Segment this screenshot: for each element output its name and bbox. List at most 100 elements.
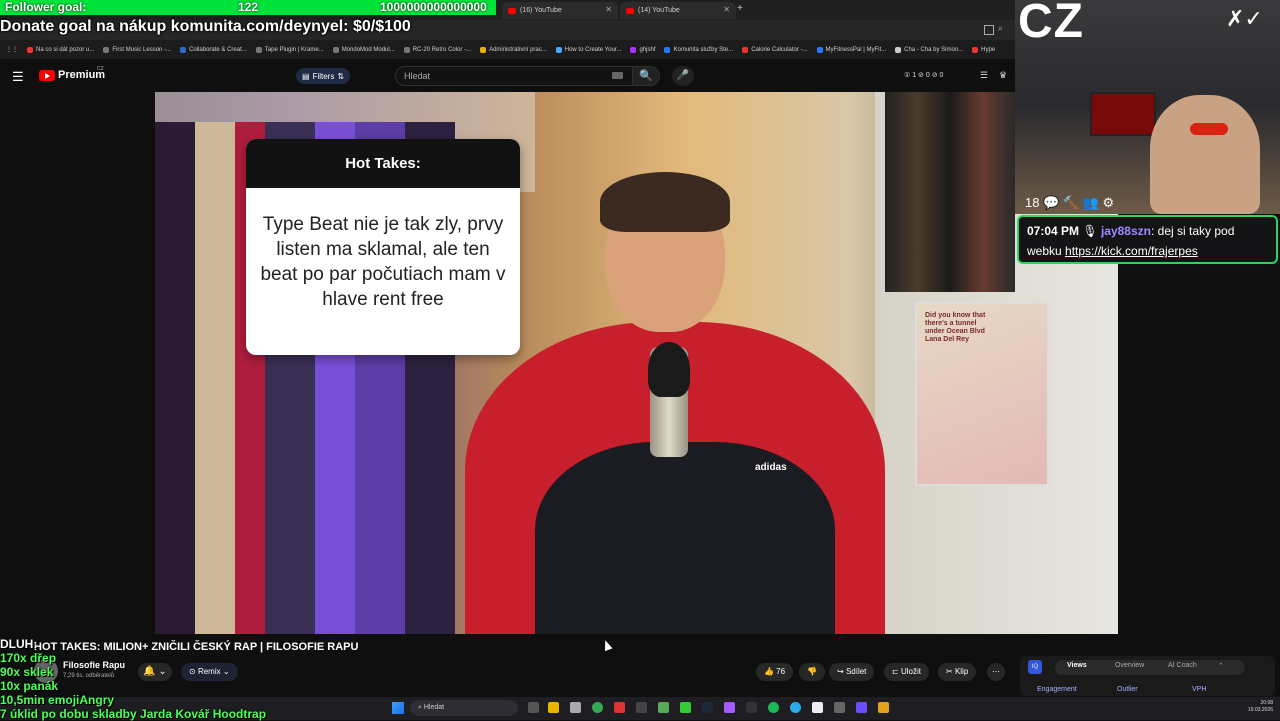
hoodie-logo: adidas	[755, 462, 787, 473]
keyboard-icon[interactable]	[612, 72, 623, 79]
like-button[interactable]: 👍 76	[756, 663, 794, 681]
cz-logo: CZ	[1018, 0, 1084, 48]
collapse-icon[interactable]: ⌃	[1218, 662, 1224, 670]
bookmark-label: Administrativní prac...	[489, 46, 547, 53]
hamburger-menu-icon[interactable]: ☰	[12, 69, 24, 85]
app-icon[interactable]	[856, 702, 867, 713]
share-button[interactable]: ↪ Sdílet	[829, 663, 875, 681]
browser-tab-youtube-14[interactable]: (14) YouTube ✕	[620, 2, 736, 19]
close-icon[interactable]: ✕	[605, 5, 612, 14]
chrome-icon[interactable]	[592, 702, 603, 713]
bookmark-item[interactable]: Collaborate & Creat...	[180, 46, 247, 53]
clip-button[interactable]: ✂ Klip	[938, 663, 977, 681]
chat-link[interactable]: https://kick.com/frajerpes	[1065, 244, 1198, 258]
app-icon[interactable]	[812, 702, 823, 713]
search-input[interactable]: Hledat	[395, 66, 633, 86]
stats-line: 170x dřep	[0, 651, 57, 665]
bookmark-item[interactable]: Administrativní prac...	[480, 46, 547, 53]
share-icon: ↪	[837, 667, 846, 676]
stats-line: 10,5min emojiAngry	[0, 693, 115, 707]
zoom-icon[interactable]: ⌕	[998, 23, 1003, 34]
hot-takes-body: Type Beat nie je tak zly, prvy listen ma…	[260, 214, 506, 310]
more-actions-button[interactable]: ⋯	[987, 663, 1005, 681]
bookmark-label: Komunita služby Ste...	[673, 46, 734, 53]
app-icon[interactable]	[570, 702, 581, 713]
app-icon[interactable]	[878, 702, 889, 713]
bookmark-label: RC-20 Retro Color -...	[412, 46, 472, 53]
taskbar-search-label: Hledat	[423, 704, 445, 711]
tab-overview[interactable]: Overview	[1115, 662, 1144, 669]
voice-search-button[interactable]: 🎤	[672, 66, 694, 86]
bookmark-item[interactable]: First Music Lesson -...	[103, 46, 171, 53]
bookmark-item[interactable]: Hype	[972, 46, 995, 53]
bookmark-item[interactable]: Tape Plugin | Krame...	[255, 46, 324, 53]
close-icon[interactable]: ✕	[723, 5, 730, 14]
new-tab-button[interactable]: +	[737, 3, 743, 14]
logo-country-code: CZ	[97, 66, 104, 72]
user-badge-icon: 🎙	[1082, 224, 1098, 238]
follower-goal-label: Follower goal:	[5, 0, 87, 14]
browser-tab-youtube-16[interactable]: (16) YouTube ✕	[502, 2, 618, 19]
poster-text: Did you know that there's a tunnel under…	[925, 312, 986, 343]
app-icon[interactable]	[636, 702, 647, 713]
bookmark-item[interactable]: Cha - Cha by Simon...	[895, 46, 964, 53]
tab-views[interactable]: Views	[1067, 662, 1087, 669]
telegram-icon[interactable]	[790, 702, 801, 713]
nvidia-icon[interactable]	[658, 702, 669, 713]
bookmark-icon	[816, 46, 823, 53]
stats-heading: DLUH:	[0, 637, 38, 651]
bookmark-label: Collaborate & Creat...	[189, 46, 247, 53]
xbox-icon[interactable]	[680, 702, 691, 713]
header-extension-stats[interactable]: ① 1 ⊘ 0 ⊘ 0	[904, 71, 943, 79]
app-icon[interactable]	[834, 702, 845, 713]
app-icon[interactable]	[724, 702, 735, 713]
stats-line: 90x sklek	[0, 665, 54, 679]
bookmark-item[interactable]: MondoMod Modul...	[332, 46, 395, 53]
donate-goal-text: Donate goal na nákup komunita.com/deynye…	[0, 18, 411, 35]
presenter-hair	[600, 172, 730, 232]
clothes-rack	[155, 122, 195, 634]
app-icon[interactable]	[746, 702, 757, 713]
bookmark-label: Cha - Cha by Simon...	[904, 46, 964, 53]
search-button[interactable]: 🔍	[632, 66, 660, 86]
iq-logo: IQ	[1028, 660, 1042, 674]
bookmark-label: Calorie Calculator -...	[751, 46, 808, 53]
streamer-webcam	[1150, 95, 1260, 214]
bookmark-icon	[255, 46, 262, 53]
bookmark-icon	[103, 46, 110, 53]
list-icon[interactable]: ☰	[980, 70, 988, 81]
dislike-button[interactable]: 👎	[799, 663, 825, 681]
vinyl-records	[885, 92, 1015, 292]
spotify-icon[interactable]	[768, 702, 779, 713]
tab-ai-coach[interactable]: AI Coach	[1168, 662, 1197, 669]
tab-label: (16) YouTube	[520, 7, 562, 14]
album-poster: Did you know that there's a tunnel under…	[915, 302, 1049, 486]
taskbar-clock[interactable]: 20:08 19.03.2026	[1248, 700, 1273, 714]
trophy-icon[interactable]: ♛	[999, 70, 1007, 81]
app-icon[interactable]	[614, 702, 625, 713]
bookmark-icon	[664, 46, 671, 53]
save-button[interactable]: ⊏ Uložit	[884, 663, 929, 681]
hot-takes-header: Hot Takes:	[246, 139, 520, 188]
clock-date: 19.03.2026	[1248, 707, 1274, 713]
bookmark-icon: ⊏	[892, 667, 901, 676]
chat-time: 07:04 PM	[1027, 224, 1080, 238]
bookmark-apps-icon[interactable]: ⋮⋮	[6, 46, 18, 53]
windows-start-icon[interactable]	[392, 702, 404, 714]
bookmark-item[interactable]: MyFitnessPal | MyFit...	[816, 46, 886, 53]
cast-icon[interactable]	[984, 25, 994, 35]
taskbar-search[interactable]: ⌕ Hledat	[410, 700, 518, 716]
bookmark-item[interactable]: Komunita služby Ste...	[664, 46, 734, 53]
steam-icon[interactable]	[702, 702, 713, 713]
filters-button[interactable]: ▤ Filters ⇅	[296, 68, 351, 84]
webcam-tv-fireplace	[1090, 92, 1156, 136]
bookmark-item[interactable]: How to Create Your...	[555, 46, 621, 53]
bookmark-item[interactable]: ghjshf	[630, 46, 655, 53]
bookmark-item[interactable]: RC-20 Retro Color -...	[403, 46, 472, 53]
task-view-icon[interactable]	[528, 702, 539, 713]
bookmark-icon	[480, 46, 487, 53]
bookmark-item[interactable]: Calorie Calculator -...	[742, 46, 808, 53]
file-explorer-icon[interactable]	[548, 702, 559, 713]
youtube-logo-icon[interactable]	[39, 70, 55, 81]
bookmark-item[interactable]: Na co si dát pozor u...	[27, 46, 94, 53]
